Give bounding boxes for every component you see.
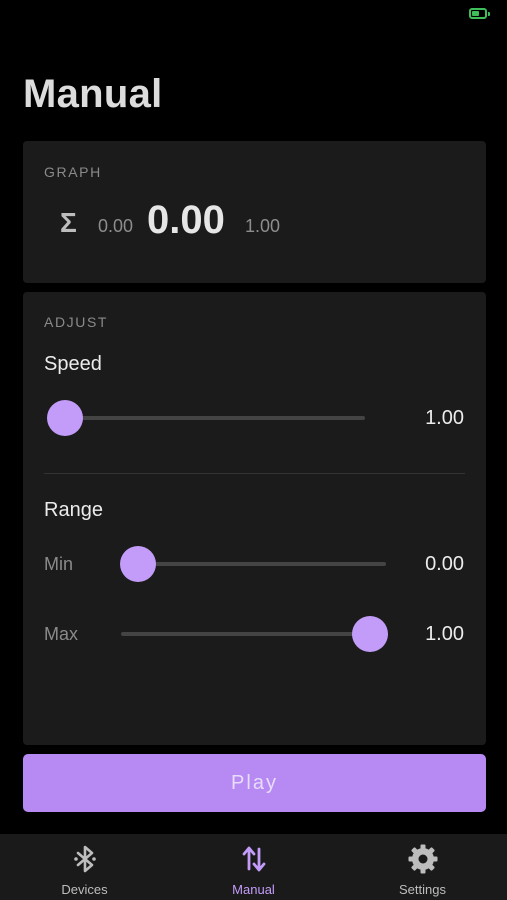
range-min-slider-thumb[interactable]	[120, 546, 156, 582]
range-max-slider-thumb[interactable]	[352, 616, 388, 652]
tab-devices[interactable]: Devices	[0, 834, 169, 900]
tab-settings[interactable]: Settings	[338, 834, 507, 900]
graph-section-label: GRAPH	[44, 164, 102, 180]
speed-heading: Speed	[44, 353, 102, 375]
tab-devices-label: Devices	[61, 882, 108, 897]
page-title: Manual	[23, 72, 163, 116]
range-min-slider-track[interactable]	[121, 562, 386, 566]
range-max-label: Max	[44, 624, 79, 644]
battery-icon	[469, 8, 490, 19]
graph-max-value: 1.00	[245, 216, 281, 236]
tab-bar: Devices Manual Settings	[0, 834, 507, 900]
tab-settings-label: Settings	[399, 882, 446, 897]
adjust-section-label: ADJUST	[44, 314, 109, 330]
speed-value: 1.00	[425, 407, 464, 429]
sigma-icon: Σ	[60, 207, 77, 238]
gear-icon	[406, 842, 440, 876]
range-max-value: 1.00	[425, 623, 464, 645]
divider	[44, 473, 465, 474]
bluetooth-icon	[68, 842, 102, 876]
speed-slider-track[interactable]	[65, 416, 365, 420]
range-min-label: Min	[44, 554, 74, 574]
range-heading: Range	[44, 499, 103, 521]
graph-min-value: 0.00	[98, 216, 134, 236]
speed-slider-thumb[interactable]	[47, 400, 83, 436]
adjust-card: ADJUST Speed 1.00 Range Min 0.00 Max 1.0…	[23, 292, 486, 745]
tab-manual-label: Manual	[232, 882, 275, 897]
range-max-slider-track[interactable]	[121, 632, 386, 636]
graph-card: GRAPH Σ 0.00 0.00 1.00	[23, 141, 486, 283]
status-bar	[0, 0, 507, 30]
graph-current-value: 0.00	[147, 198, 225, 242]
range-min-value: 0.00	[425, 553, 464, 575]
swap-vertical-icon	[237, 842, 271, 876]
tab-manual[interactable]: Manual	[169, 834, 338, 900]
play-button[interactable]: Play	[23, 754, 486, 812]
